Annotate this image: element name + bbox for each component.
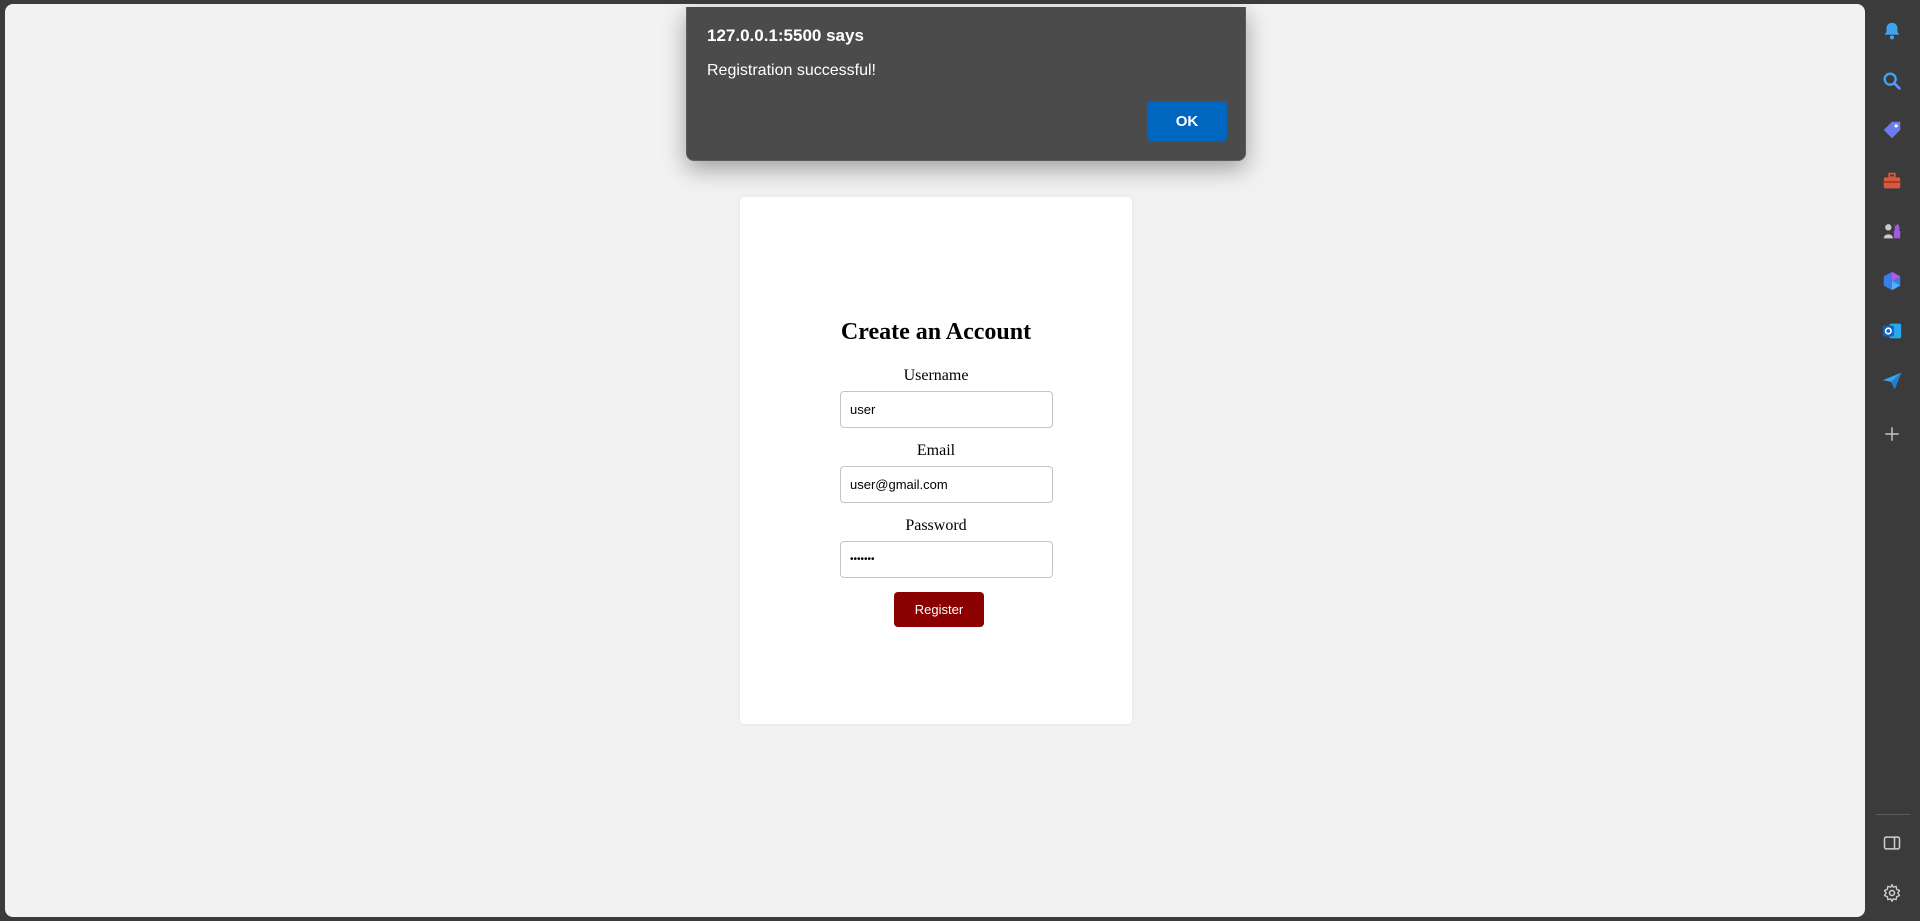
edge-sidebar: [1866, 0, 1920, 921]
password-input[interactable]: [840, 541, 1053, 578]
email-input[interactable]: [840, 466, 1053, 503]
email-label: Email: [916, 442, 956, 459]
register-button[interactable]: Register: [894, 592, 984, 627]
sidebar-toggle-icon[interactable]: [1878, 829, 1906, 857]
add-icon[interactable]: [1878, 420, 1906, 448]
tag-icon[interactable]: [1878, 116, 1906, 144]
sidebar-divider: [1876, 814, 1910, 815]
copilot-icon[interactable]: [1878, 267, 1906, 295]
password-label: Password: [905, 517, 967, 534]
settings-icon[interactable]: [1878, 879, 1906, 907]
alert-dialog: 127.0.0.1:5500 says Registration success…: [686, 7, 1246, 161]
username-input[interactable]: [840, 391, 1053, 428]
registration-card: Create an Account Username Email Passwor…: [740, 197, 1132, 724]
username-label: Username: [903, 367, 969, 384]
browser-viewport: Create an Account Username Email Passwor…: [5, 4, 1865, 917]
search-icon[interactable]: [1878, 67, 1906, 95]
toolbox-icon[interactable]: [1878, 167, 1906, 195]
send-icon[interactable]: [1878, 367, 1906, 395]
dialog-ok-button[interactable]: OK: [1147, 101, 1227, 141]
dialog-message: Registration successful!: [707, 62, 876, 79]
dialog-title: 127.0.0.1:5500 says: [707, 26, 864, 45]
bell-icon[interactable]: [1878, 17, 1906, 45]
chess-icon[interactable]: [1878, 217, 1906, 245]
form-title: Create an Account: [840, 319, 1032, 345]
outlook-icon[interactable]: [1878, 317, 1906, 345]
